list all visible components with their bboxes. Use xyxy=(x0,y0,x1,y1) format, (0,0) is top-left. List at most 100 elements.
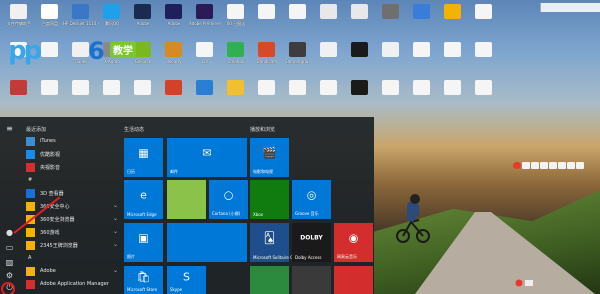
recent-header: 最近添加 xyxy=(26,127,47,133)
tile-icon: ◎ xyxy=(306,188,317,202)
desktop-icon[interactable] xyxy=(345,2,375,35)
desktop-icon[interactable] xyxy=(314,2,344,35)
desktop-icon[interactable] xyxy=(407,40,437,73)
app-list-item[interactable]: 2345王牌浏览器 ⌄ xyxy=(24,239,120,252)
tray-icon-7[interactable] xyxy=(576,162,584,169)
app-icon xyxy=(227,4,244,19)
start-tile[interactable] xyxy=(292,266,331,294)
app-list-item[interactable]: 优酷影视 xyxy=(24,148,120,161)
app-list-item[interactable]: 360游戏 ⌄ xyxy=(24,226,120,239)
desktop-icon[interactable]: Cre xyxy=(190,40,220,73)
start-tile[interactable]: DOLBY Dolby Access xyxy=(292,223,331,262)
app-icon xyxy=(196,4,213,19)
app-icon xyxy=(10,4,27,19)
settings-icon[interactable]: ⚙ xyxy=(4,270,15,281)
desktop-icon[interactable] xyxy=(4,78,34,111)
desktop-icon[interactable] xyxy=(283,2,313,35)
app-icon xyxy=(103,4,120,19)
sogou-icon[interactable] xyxy=(513,162,521,169)
start-tile[interactable]: S Skype xyxy=(167,266,206,294)
app-list-item[interactable]: iTunes xyxy=(24,135,120,148)
tray-icons-secondary[interactable] xyxy=(515,272,535,287)
desktop-icon[interactable] xyxy=(66,78,96,111)
desktop-icon[interactable] xyxy=(469,40,499,73)
document-icon[interactable]: ▭ xyxy=(4,242,15,253)
desktop-icon[interactable]: 00 日报告 xyxy=(221,2,251,35)
floating-toolbar[interactable] xyxy=(540,3,600,12)
start-tile[interactable]: 🛍 Microsoft Store xyxy=(124,266,163,294)
desktop-icon[interactable] xyxy=(221,78,251,111)
start-tile[interactable] xyxy=(167,223,247,262)
desktop-icon[interactable] xyxy=(438,78,468,111)
start-tile[interactable]: 🎬 电影和电视 xyxy=(250,138,289,177)
desktop-icon[interactable] xyxy=(283,78,313,111)
app-icon xyxy=(227,42,244,57)
tray-icon-2[interactable] xyxy=(531,162,539,169)
desktop-icon[interactable]: Adobe xyxy=(128,2,158,35)
desktop-icon[interactable] xyxy=(469,2,499,35)
desktop-icon[interactable] xyxy=(252,2,282,35)
desktop-icon[interactable] xyxy=(97,78,127,111)
tray-icon-4[interactable] xyxy=(549,162,557,169)
start-tile[interactable]: 🂡 Microsoft Solitaire Collection xyxy=(250,223,310,262)
desktop-icon[interactable]: Creation xyxy=(221,40,251,73)
app-icon xyxy=(289,80,306,95)
desktop-icon[interactable]: Recarry xyxy=(159,40,189,73)
tray-icon-1[interactable] xyxy=(522,162,530,169)
start-tile[interactable]: Xbox xyxy=(250,180,289,219)
desktop-icon[interactable] xyxy=(469,78,499,111)
start-tile[interactable]: ✉ 邮件 xyxy=(167,138,247,177)
desktop-icon[interactable]: 腾讯QQ xyxy=(97,2,127,35)
start-tile[interactable]: ▣ 照片 xyxy=(124,223,163,262)
app-icon xyxy=(26,137,35,146)
app-icon xyxy=(41,4,58,19)
desktop-icon[interactable] xyxy=(376,78,406,111)
start-tile[interactable]: ▦ 日历 xyxy=(124,138,163,177)
desktop-icon[interactable] xyxy=(314,40,344,73)
app-list-group-header[interactable]: A xyxy=(24,252,120,265)
app-list-item[interactable]: 央视影音 xyxy=(24,161,120,174)
desktop-icon[interactable] xyxy=(376,40,406,73)
desktop-icon[interactable] xyxy=(438,40,468,73)
desktop-icon[interactable] xyxy=(190,78,220,111)
app-list-item[interactable]: Adobe Application Manager xyxy=(24,278,120,291)
annotation-circle xyxy=(1,282,15,294)
desktop-icon[interactable]: Adobe Premiere xyxy=(189,2,221,35)
desktop-icon[interactable]: 百度网盘 xyxy=(35,2,65,35)
desktop-icon[interactable] xyxy=(128,78,158,111)
pictures-icon[interactable]: ▨ xyxy=(4,257,15,268)
desktop-icon[interactable] xyxy=(407,78,437,111)
start-tile[interactable]: ○ Cortana (小娜) xyxy=(209,180,248,219)
start-tile[interactable]: ◉ 网易云音乐 xyxy=(334,223,373,262)
desktop-icon[interactable]: 文件传输助手 xyxy=(4,2,34,35)
hamburger-icon[interactable]: ≡ xyxy=(4,123,15,134)
app-list-group-header[interactable]: # xyxy=(24,174,120,187)
app-list-item[interactable]: 3D 查看器 xyxy=(24,187,120,200)
start-tile[interactable] xyxy=(250,266,289,294)
start-tile[interactable]: ◎ Groove 音乐 xyxy=(292,180,331,219)
desktop-icon[interactable]: Adobe xyxy=(159,2,189,35)
tile-icon: ▣ xyxy=(138,231,149,245)
start-tile[interactable]: e Microsoft Edge xyxy=(124,180,163,219)
start-tile[interactable] xyxy=(167,180,206,219)
desktop-icon[interactable] xyxy=(252,78,282,111)
desktop-icon[interactable] xyxy=(314,78,344,111)
desktop-icon[interactable]: Bandicam xyxy=(252,40,282,73)
desktop-icon[interactable] xyxy=(376,2,406,35)
desktop-icon[interactable] xyxy=(345,78,375,111)
tray-icon-6[interactable] xyxy=(567,162,575,169)
desktop-icon[interactable]: Bannergrap xyxy=(283,40,313,73)
app-list-item[interactable]: Adobe ⌄ xyxy=(24,265,120,278)
desktop-icon[interactable] xyxy=(438,2,468,35)
app-icon xyxy=(72,4,89,19)
tray-icon-3[interactable] xyxy=(540,162,548,169)
desktop-icon[interactable] xyxy=(159,78,189,111)
desktop-icon[interactable] xyxy=(345,40,375,73)
desktop-icon[interactable]: HP Deskjet 1110 series xyxy=(63,2,99,35)
tray-icon-5[interactable] xyxy=(558,162,566,169)
tray-icons[interactable] xyxy=(513,154,593,169)
desktop-icon[interactable] xyxy=(407,2,437,35)
desktop-icon[interactable] xyxy=(35,78,65,111)
start-tile[interactable] xyxy=(334,266,373,294)
app-list-label: 央视影音 xyxy=(40,165,61,171)
